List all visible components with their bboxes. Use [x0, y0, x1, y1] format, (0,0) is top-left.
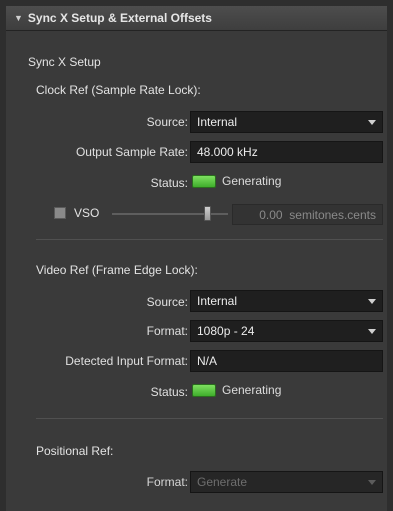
clock-status-led-icon	[192, 174, 216, 188]
detected-input-format-label: Detected Input Format:	[65, 354, 188, 368]
video-format-label: Format:	[146, 324, 188, 338]
clock-source-select[interactable]: Internal	[190, 111, 383, 133]
clock-source-value: Internal	[197, 115, 238, 129]
vso-unit: semitones.cents	[289, 207, 376, 222]
positional-ref-title: Positional Ref:	[36, 444, 114, 458]
video-status-led-icon	[192, 383, 216, 397]
clock-source-label: Source:	[146, 115, 188, 129]
output-sample-rate-value: 48.000 kHz	[197, 145, 258, 159]
clock-status-label: Status:	[150, 176, 188, 190]
output-sample-rate-label: Output Sample Rate:	[75, 145, 188, 159]
positional-format-label: Format:	[146, 475, 188, 489]
vso-label: VSO	[74, 206, 100, 220]
video-ref-title: Video Ref (Frame Edge Lock):	[36, 263, 198, 277]
vso-slider-thumb[interactable]	[204, 206, 211, 221]
clock-ref-title: Clock Ref (Sample Rate Lock):	[36, 83, 201, 97]
video-source-value: Internal	[197, 294, 238, 308]
video-source-select[interactable]: Internal	[190, 290, 383, 312]
video-status-label: Status:	[150, 385, 188, 399]
detected-input-format-field: N/A	[190, 350, 383, 372]
section-divider	[36, 239, 383, 240]
video-format-value: 1080p - 24	[197, 324, 255, 338]
panel-title: Sync X Setup & External Offsets	[27, 11, 212, 25]
panel-header[interactable]: ▼ Sync X Setup & External Offsets	[6, 6, 387, 31]
vso-value-field[interactable]: 0.00 semitones.cents	[232, 204, 383, 225]
video-format-select[interactable]: 1080p - 24	[190, 320, 383, 342]
output-sample-rate-field: 48.000 kHz	[190, 141, 383, 163]
positional-format-select: Generate	[190, 471, 383, 493]
clock-status: Generating	[192, 174, 281, 188]
vso-checkbox[interactable]	[54, 207, 66, 219]
vso-value: 0.00	[259, 207, 283, 222]
video-status: Generating	[192, 383, 281, 397]
detected-input-format-value: N/A	[197, 354, 218, 368]
panel-body: Sync X Setup Clock Ref (Sample Rate Lock…	[6, 31, 387, 511]
video-source-label: Source:	[146, 295, 188, 309]
section-divider	[36, 418, 383, 419]
collapse-triangle-icon[interactable]: ▼	[14, 13, 23, 23]
sync-setup-title: Sync X Setup	[28, 55, 101, 69]
positional-format-value: Generate	[197, 475, 248, 489]
video-status-value: Generating	[222, 383, 282, 397]
clock-status-value: Generating	[222, 174, 282, 188]
